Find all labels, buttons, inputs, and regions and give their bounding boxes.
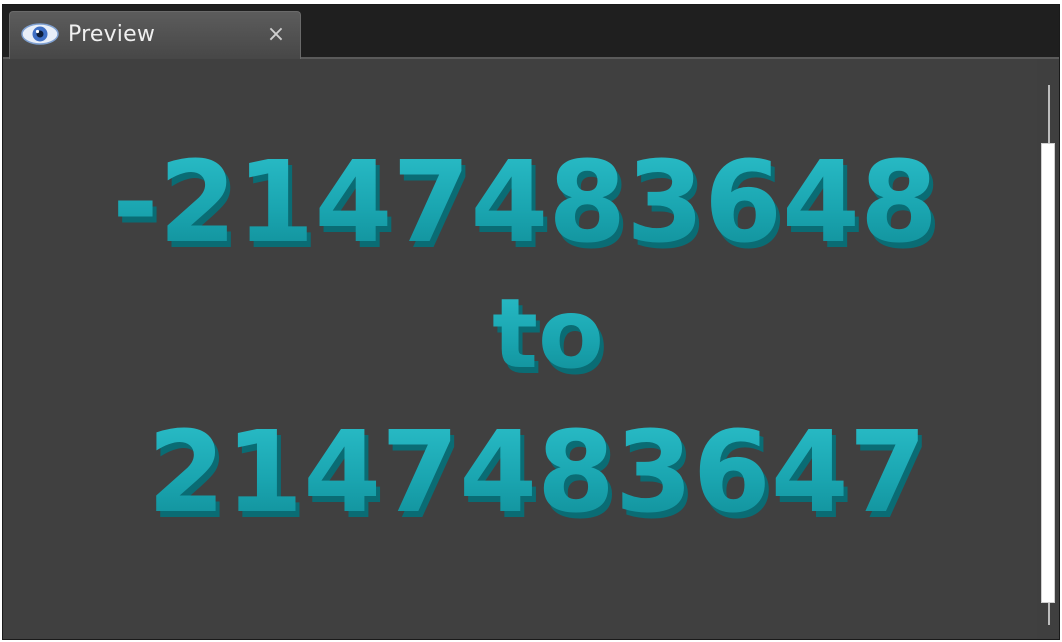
- preview-window: Preview × -2147483648 -2147483648 to to: [2, 4, 1060, 640]
- tab-bar: Preview ×: [3, 5, 1059, 59]
- preview-line-1-group: -2147483648 -2147483648: [112, 138, 942, 274]
- vertical-scrollbar[interactable]: [1037, 59, 1059, 639]
- preview-line-3-group: 2147483647 2147483647: [147, 408, 930, 544]
- preview-line-3: 2147483647: [147, 408, 926, 538]
- scrollbar-thumb[interactable]: [1041, 143, 1055, 603]
- preview-line-1: -2147483648: [112, 138, 938, 268]
- preview-line-2: to: [492, 278, 604, 390]
- eye-icon: [20, 20, 60, 48]
- tab-preview[interactable]: Preview ×: [9, 11, 301, 59]
- tab-title: Preview: [68, 22, 156, 47]
- rendered-3d-text: -2147483648 -2147483648 to to 2147483647…: [112, 138, 942, 544]
- close-icon[interactable]: ×: [262, 21, 290, 49]
- preview-line-2-group: to to: [492, 278, 608, 396]
- preview-viewport: -2147483648 -2147483648 to to 2147483647…: [3, 59, 1037, 639]
